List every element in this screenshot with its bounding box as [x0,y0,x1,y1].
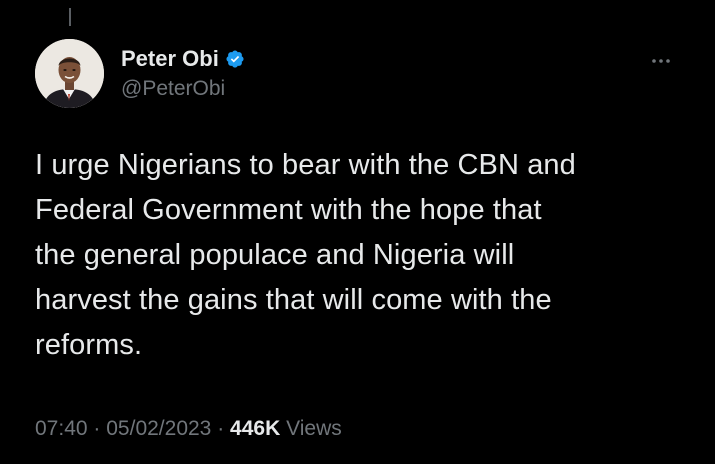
tweet-time[interactable]: 07:40 [35,417,88,440]
author-name-row[interactable]: Peter Obi [121,46,245,72]
more-options-icon[interactable] [646,55,676,67]
verified-badge-icon[interactable] [225,49,245,69]
meta-separator: · [93,417,101,440]
tweet-date[interactable]: 05/02/2023 [106,417,211,440]
views-count[interactable]: 446K [230,417,280,440]
views-label: Views [286,417,342,440]
tweet-text: I urge Nigerians to bear with the CBN an… [35,149,576,361]
profile-photo-icon [35,39,104,108]
author-handle[interactable]: @PeterObi [121,76,225,102]
meta-separator: · [217,417,225,440]
tweet-meta-row: 07:40 · 05/02/2023 · 446K Views [35,415,342,443]
thread-connector-line [69,8,71,26]
author-display-name[interactable]: Peter Obi [121,46,219,72]
avatar[interactable] [35,39,104,108]
